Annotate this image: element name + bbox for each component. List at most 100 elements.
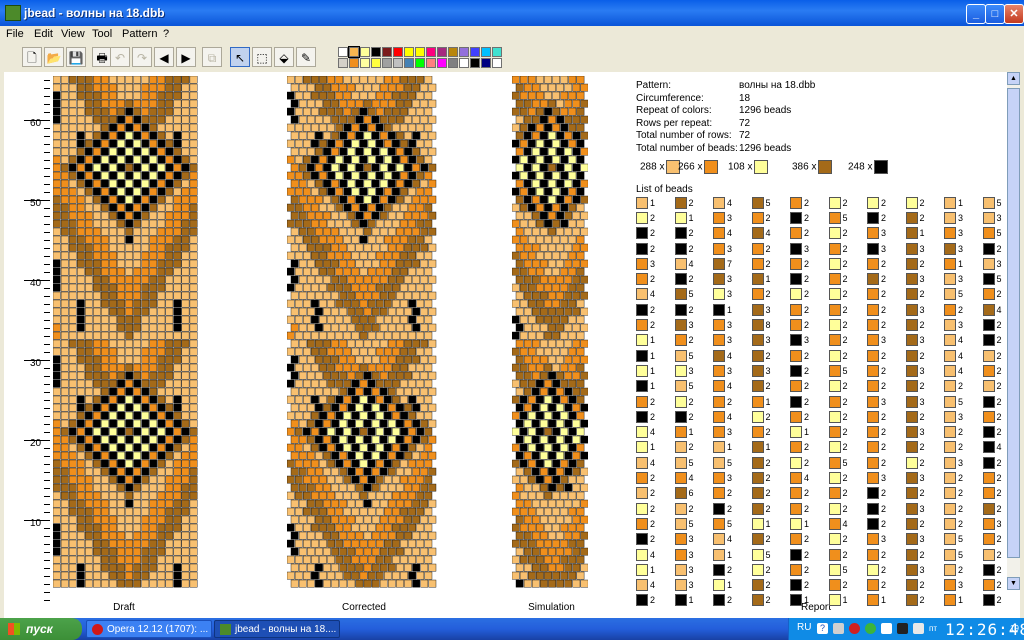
- palette-color-swatch[interactable]: [404, 47, 414, 57]
- language-indicator[interactable]: RU: [797, 622, 811, 633]
- menu-file[interactable]: File: [6, 28, 24, 40]
- copy-icon[interactable]: ⧉: [202, 47, 222, 67]
- bead-swatch: [751, 211, 764, 224]
- palette-color-swatch[interactable]: [393, 47, 403, 57]
- palette-color-swatch[interactable]: [382, 58, 392, 68]
- opera-tray-icon[interactable]: [849, 623, 860, 634]
- palette-color-swatch[interactable]: [470, 58, 480, 68]
- palette-color-swatch[interactable]: [426, 58, 436, 68]
- menu-edit[interactable]: Edit: [34, 28, 53, 40]
- bead: [532, 259, 540, 268]
- palette-color-swatch[interactable]: [481, 47, 491, 57]
- arrow-right-icon[interactable]: ▶: [176, 47, 196, 67]
- palette-color-swatch[interactable]: [459, 58, 469, 68]
- bead-count: 4: [727, 534, 733, 545]
- title-bar[interactable]: jbead - волны на 18.dbb _ □ ✕: [0, 0, 1024, 26]
- maximize-button[interactable]: □: [985, 4, 1005, 24]
- bead: [77, 203, 85, 212]
- bead-list-item: 4: [636, 288, 655, 301]
- menu-pattern[interactable]: Pattern: [122, 28, 157, 40]
- palette-color-swatch[interactable]: [338, 47, 348, 57]
- bead: [149, 499, 158, 508]
- palette-color-swatch[interactable]: [404, 58, 414, 68]
- minimize-button[interactable]: _: [966, 4, 986, 24]
- bead: [157, 467, 166, 476]
- bead: [117, 107, 125, 116]
- palette-color-swatch[interactable]: [470, 47, 480, 57]
- scroll-down-icon[interactable]: ▼: [1007, 577, 1020, 590]
- palette-color-swatch[interactable]: [338, 58, 348, 68]
- palette-color-swatch[interactable]: [360, 47, 370, 57]
- bead: [303, 379, 311, 388]
- palette-color-swatch[interactable]: [448, 47, 458, 57]
- bead: [404, 243, 412, 252]
- bead: [379, 563, 388, 572]
- pointer-tool-icon[interactable]: ↖: [230, 47, 250, 67]
- bead: [371, 579, 380, 588]
- menu-help[interactable]: ?: [163, 28, 169, 40]
- bead: [298, 419, 307, 428]
- bead: [580, 243, 588, 252]
- info-icon[interactable]: [865, 623, 876, 634]
- close-button[interactable]: ✕: [1004, 4, 1024, 24]
- bead: [544, 379, 552, 388]
- palette-color-swatch[interactable]: [448, 58, 458, 68]
- palette-color-swatch[interactable]: [492, 47, 502, 57]
- palette-color-swatch[interactable]: [426, 47, 436, 57]
- palette-color-swatch[interactable]: [415, 58, 425, 68]
- palette-color-swatch[interactable]: [481, 58, 491, 68]
- bead: [404, 115, 412, 124]
- bead-swatch: [828, 364, 841, 377]
- bead: [383, 155, 392, 164]
- bead: [101, 371, 109, 380]
- taskbar-item-jbead[interactable]: jbead - волны на 18....: [214, 620, 340, 638]
- print-icon[interactable]: 🖶: [92, 47, 112, 67]
- palette-color-swatch[interactable]: [437, 58, 447, 68]
- bead: [109, 547, 117, 556]
- bead-count: 2: [688, 411, 694, 422]
- bead-count: 3: [919, 304, 925, 315]
- palette-color-swatch[interactable]: [348, 46, 360, 58]
- display-icon[interactable]: [897, 623, 908, 634]
- palette-color-swatch[interactable]: [437, 47, 447, 57]
- palette-color-swatch[interactable]: [349, 58, 359, 68]
- vertical-scrollbar[interactable]: ▲ ▼: [1007, 72, 1020, 590]
- bead: [355, 323, 364, 332]
- palette-color-swatch[interactable]: [371, 58, 381, 68]
- redo-icon[interactable]: ↷: [132, 47, 152, 67]
- bead: [327, 267, 336, 276]
- bead: [307, 515, 315, 524]
- help-icon[interactable]: ?: [817, 623, 828, 634]
- info-row: Rows per repeat: 72: [636, 118, 815, 131]
- bead: [327, 523, 336, 532]
- palette-color-swatch[interactable]: [393, 58, 403, 68]
- scroll-up-icon[interactable]: ▲: [1007, 72, 1020, 85]
- menu-view[interactable]: View: [61, 28, 85, 40]
- arrow-left-icon[interactable]: ◀: [154, 47, 174, 67]
- palette-color-swatch[interactable]: [415, 47, 425, 57]
- tray-app-icon[interactable]: [833, 623, 844, 634]
- bead: [298, 163, 307, 172]
- bead-list-item: 2: [982, 471, 1002, 485]
- bead: [359, 443, 368, 452]
- volume-icon[interactable]: [913, 623, 924, 634]
- palette-color-swatch[interactable]: [371, 47, 381, 57]
- undo-icon[interactable]: ↶: [110, 47, 130, 67]
- select-tool-icon[interactable]: ⬚: [252, 47, 272, 67]
- palette-color-swatch[interactable]: [492, 58, 502, 68]
- bead: [77, 563, 85, 572]
- open-icon[interactable]: 📂: [44, 47, 64, 67]
- pipette-tool-icon[interactable]: ✎: [296, 47, 316, 67]
- draft-grid[interactable]: [53, 76, 199, 590]
- palette-color-swatch[interactable]: [459, 47, 469, 57]
- palette-color-swatch[interactable]: [360, 58, 370, 68]
- fill-tool-icon[interactable]: ⬙: [274, 47, 294, 67]
- new-icon[interactable]: 🗋: [22, 47, 42, 67]
- start-button[interactable]: пуск: [0, 618, 82, 640]
- network-icon[interactable]: [881, 623, 892, 634]
- menu-tool[interactable]: Tool: [92, 28, 112, 40]
- taskbar-item-opera[interactable]: Opera 12.12 (1707): ...: [86, 620, 212, 638]
- save-icon[interactable]: 💾: [66, 47, 86, 67]
- scroll-thumb[interactable]: [1007, 88, 1020, 558]
- palette-color-swatch[interactable]: [382, 47, 392, 57]
